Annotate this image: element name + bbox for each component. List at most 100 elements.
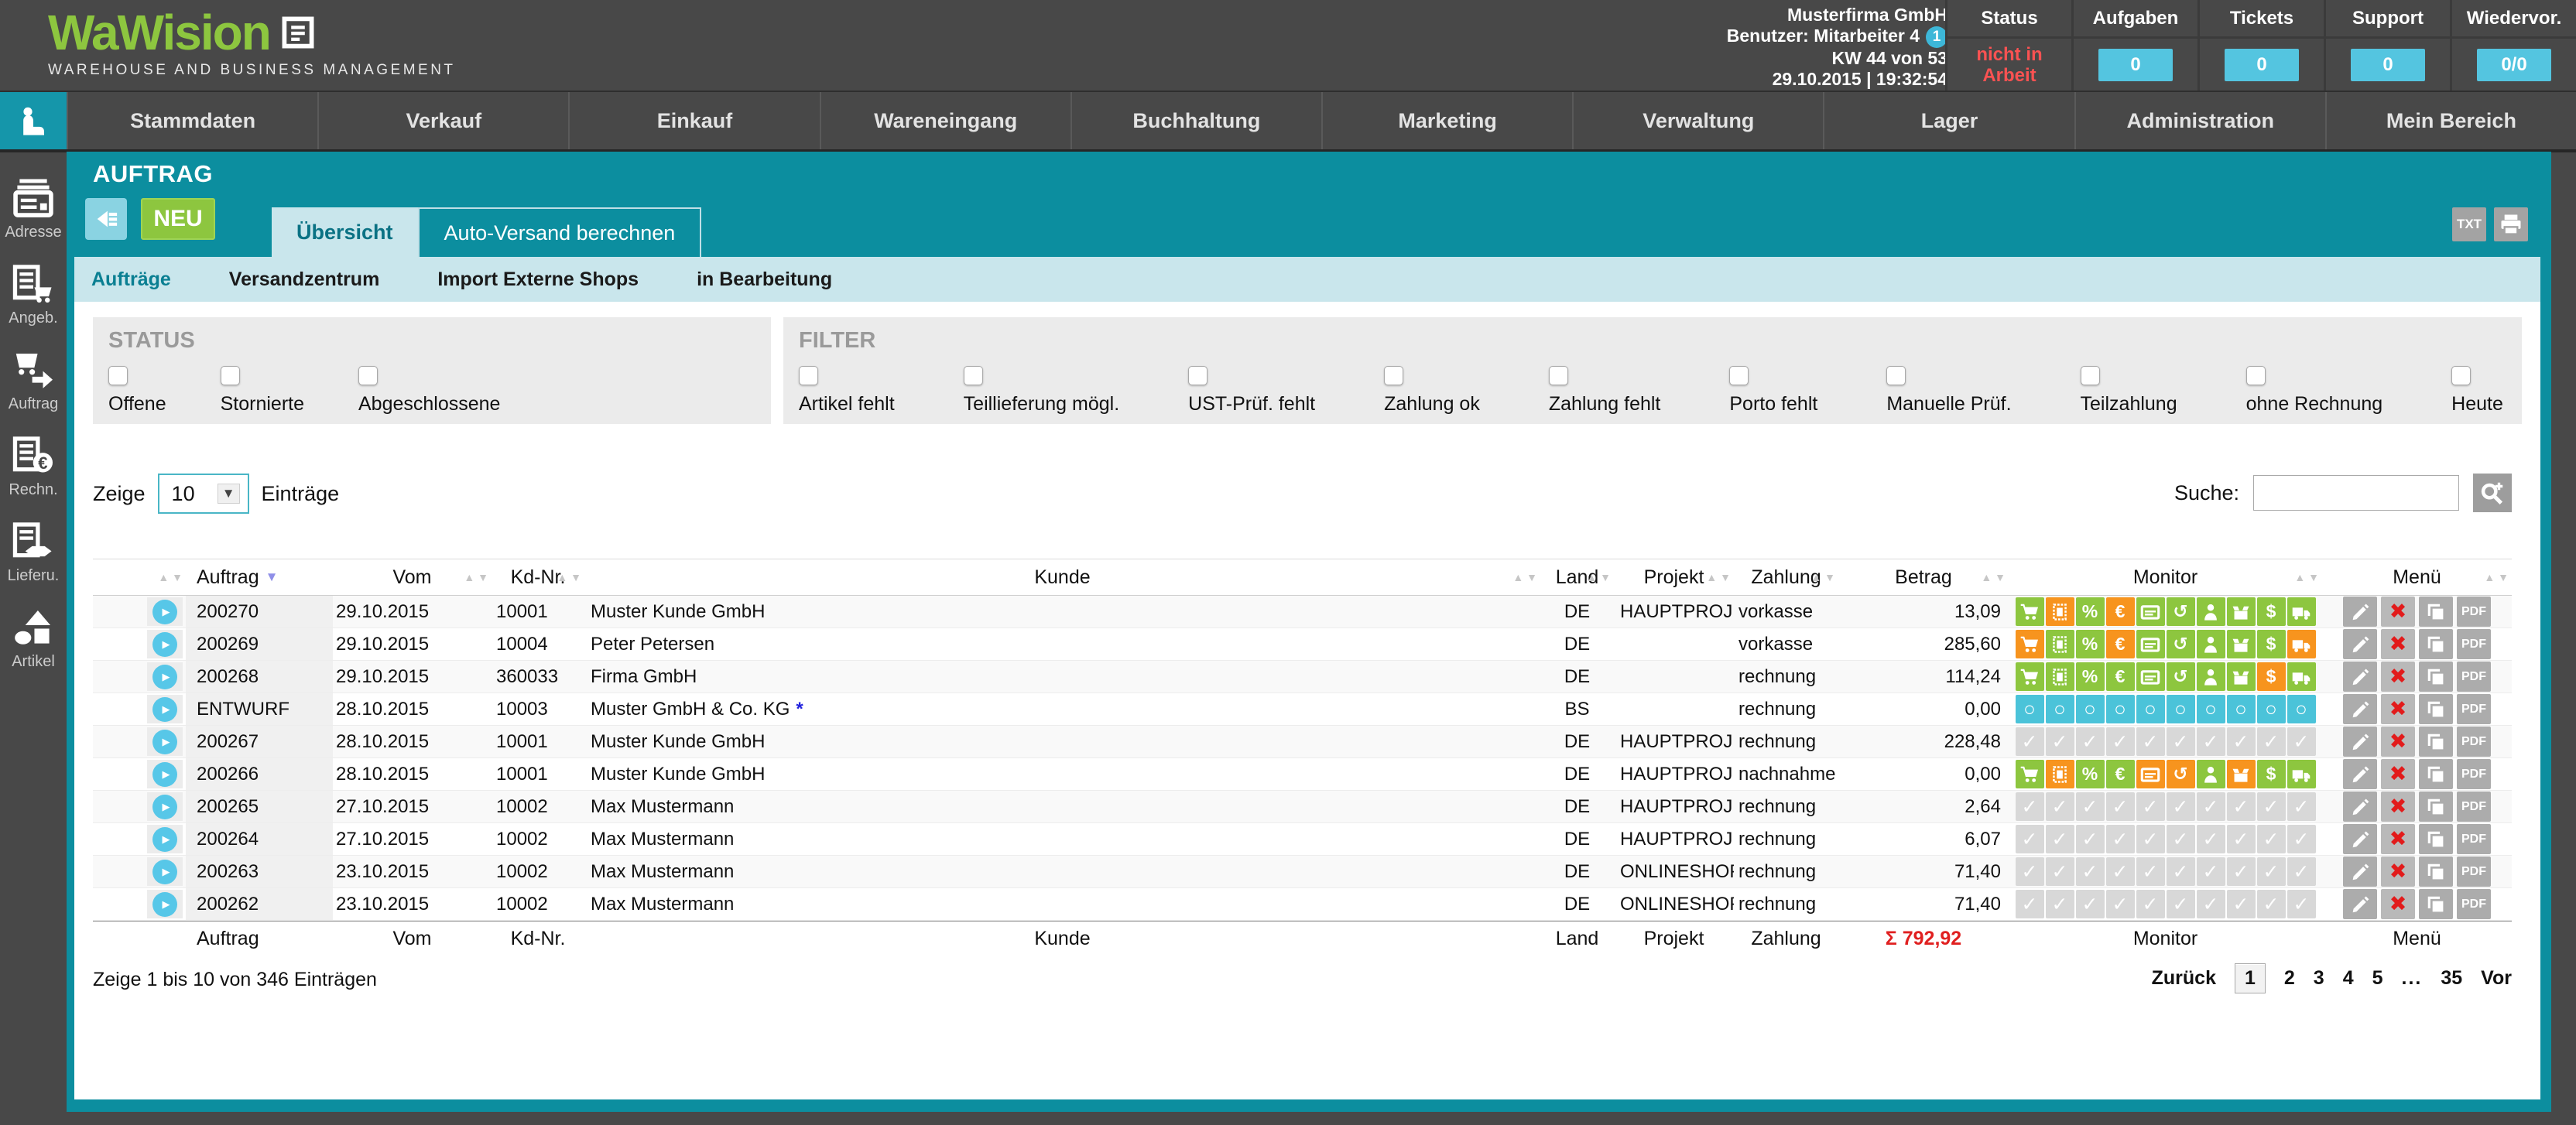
monitor-done-check-icon[interactable]: ✓ xyxy=(2136,825,2165,853)
sort-icon[interactable]: ▲ ▼ xyxy=(158,573,183,582)
pdf-button[interactable]: PDF xyxy=(2457,824,2491,854)
monitor-draft-circle-icon[interactable]: ○ xyxy=(2167,695,2195,723)
search-button[interactable] xyxy=(2473,474,2512,512)
monitor-euro-icon[interactable]: € xyxy=(2106,597,2135,626)
monitor-draft-circle-icon[interactable]: ○ xyxy=(2106,695,2135,723)
copy-button[interactable] xyxy=(2419,792,2453,822)
monitor-done-check-icon[interactable]: ✓ xyxy=(2016,792,2044,821)
monitor-card-icon[interactable] xyxy=(2136,630,2165,658)
nav-item-mein-bereich[interactable]: Mein Bereich xyxy=(2325,92,2576,149)
monitor-euro-icon[interactable]: € xyxy=(2106,662,2135,691)
copy-button[interactable] xyxy=(2419,759,2453,789)
table-row[interactable]: ▶20026829.10.2015360033Firma GmbHDErechn… xyxy=(93,661,2512,693)
monitor-stamp-icon[interactable] xyxy=(2046,630,2074,658)
monitor-done-check-icon[interactable]: ✓ xyxy=(2197,890,2225,918)
sort-icon[interactable]: ▲ ▼ xyxy=(464,573,488,582)
monitor-draft-circle-icon[interactable]: ○ xyxy=(2076,695,2105,723)
checkbox-artikelfehlt[interactable] xyxy=(799,366,818,385)
monitor-done-check-icon[interactable]: ✓ xyxy=(2197,857,2225,886)
monitor-done-check-icon[interactable]: ✓ xyxy=(2227,792,2256,821)
monitor-draft-circle-icon[interactable]: ○ xyxy=(2197,695,2225,723)
checkbox-teilzahlung[interactable] xyxy=(2081,366,2100,385)
sidebar-item-lieferu[interactable]: Lieferu. xyxy=(8,522,60,585)
edit-button[interactable] xyxy=(2343,824,2377,854)
sidebar-item-auftrag[interactable]: Auftrag xyxy=(9,350,58,413)
play-button[interactable]: ▶ xyxy=(152,697,177,722)
monitor-done-check-icon[interactable]: ✓ xyxy=(2287,890,2316,918)
monitor-done-check-icon[interactable]: ✓ xyxy=(2016,890,2044,918)
copy-button[interactable] xyxy=(2419,727,2453,757)
search-input[interactable] xyxy=(2253,475,2459,511)
play-button[interactable]: ▶ xyxy=(152,762,177,787)
monitor-done-check-icon[interactable]: ✓ xyxy=(2257,825,2286,853)
column-header-projekt[interactable]: Projekt▲ ▼ xyxy=(1614,559,1734,595)
monitor-done-check-icon[interactable]: ✓ xyxy=(2227,890,2256,918)
monitor-invoice-icon[interactable]: $ xyxy=(2257,662,2286,691)
monitor-package-icon[interactable] xyxy=(2227,662,2256,691)
pdf-button[interactable]: PDF xyxy=(2457,597,2491,627)
edit-button[interactable] xyxy=(2343,857,2377,887)
monitor-done-check-icon[interactable]: ✓ xyxy=(2287,727,2316,756)
delete-button[interactable]: ✖ xyxy=(2381,597,2415,627)
checkbox-zahlungok[interactable] xyxy=(1384,366,1403,385)
tab--bersicht[interactable]: Übersicht xyxy=(272,207,418,257)
monitor-done-check-icon[interactable]: ✓ xyxy=(2046,890,2074,918)
checkbox-portofehlt[interactable] xyxy=(1729,366,1749,385)
collapse-menu-button[interactable] xyxy=(85,198,127,240)
tab-auto-versand-berechnen[interactable]: Auto-Versand berechnen xyxy=(418,207,702,257)
user-badge[interactable]: 1 xyxy=(1926,26,1947,48)
pdf-button[interactable]: PDF xyxy=(2457,694,2491,724)
table-row[interactable]: ▶20026628.10.201510001Muster Kunde GmbHD… xyxy=(93,758,2512,791)
sort-icon[interactable]: ▲ ▼ xyxy=(1810,573,1835,582)
monitor-card-icon[interactable] xyxy=(2136,597,2165,626)
print-button[interactable] xyxy=(2494,207,2528,241)
monitor-invoice-icon[interactable]: $ xyxy=(2257,760,2286,788)
monitor-done-check-icon[interactable]: ✓ xyxy=(2257,792,2286,821)
pdf-button[interactable]: PDF xyxy=(2457,662,2491,692)
play-button[interactable]: ▶ xyxy=(152,665,177,689)
checkbox-teillieferungmgl[interactable] xyxy=(964,366,983,385)
monitor-done-check-icon[interactable]: ✓ xyxy=(2076,890,2105,918)
sort-icon[interactable]: ▲ ▼ xyxy=(1512,573,1537,582)
play-button[interactable]: ▶ xyxy=(152,795,177,819)
checkbox-stornierte[interactable] xyxy=(221,366,240,385)
play-button[interactable]: ▶ xyxy=(152,860,177,884)
monitor-truck-icon[interactable] xyxy=(2287,597,2316,626)
subnav-item-versandzentrum[interactable]: Versandzentrum xyxy=(229,268,380,291)
monitor-person-icon[interactable] xyxy=(2197,760,2225,788)
pdf-button[interactable]: PDF xyxy=(2457,792,2491,822)
monitor-done-check-icon[interactable]: ✓ xyxy=(2016,825,2044,853)
delete-button[interactable]: ✖ xyxy=(2381,629,2415,659)
monitor-done-check-icon[interactable]: ✓ xyxy=(2106,825,2135,853)
monitor-stamp-icon[interactable] xyxy=(2046,662,2074,691)
edit-button[interactable] xyxy=(2343,629,2377,659)
monitor-draft-circle-icon[interactable]: ○ xyxy=(2136,695,2165,723)
monitor-invoice-icon[interactable]: $ xyxy=(2257,597,2286,626)
copy-button[interactable] xyxy=(2419,889,2453,919)
monitor-done-check-icon[interactable]: ✓ xyxy=(2046,792,2074,821)
monitor-percent-icon[interactable]: % xyxy=(2076,662,2105,691)
monitor-package-icon[interactable] xyxy=(2227,597,2256,626)
edit-button[interactable] xyxy=(2343,662,2377,692)
monitor-done-check-icon[interactable]: ✓ xyxy=(2076,857,2105,886)
monitor-done-check-icon[interactable]: ✓ xyxy=(2227,727,2256,756)
edit-button[interactable] xyxy=(2343,889,2377,919)
monitor-done-check-icon[interactable]: ✓ xyxy=(2227,825,2256,853)
monitor-done-check-icon[interactable]: ✓ xyxy=(2287,825,2316,853)
subnav-item-auftr-ge[interactable]: Aufträge xyxy=(91,268,171,291)
edit-button[interactable] xyxy=(2343,759,2377,789)
nav-item-verwaltung[interactable]: Verwaltung xyxy=(1572,92,1823,149)
monitor-done-check-icon[interactable]: ✓ xyxy=(2136,792,2165,821)
subnav-item-import-externe-shops[interactable]: Import Externe Shops xyxy=(437,268,639,291)
monitor-done-check-icon[interactable]: ✓ xyxy=(2106,890,2135,918)
monitor-done-check-icon[interactable]: ✓ xyxy=(2167,825,2195,853)
monitor-done-check-icon[interactable]: ✓ xyxy=(2257,890,2286,918)
checkbox-offene[interactable] xyxy=(108,366,128,385)
monitor-cart-icon[interactable] xyxy=(2016,630,2044,658)
monitor-package-icon[interactable] xyxy=(2227,630,2256,658)
delete-button[interactable]: ✖ xyxy=(2381,857,2415,887)
sort-icon[interactable]: ▲ ▼ xyxy=(1706,573,1731,582)
column-header-zahlung[interactable]: Zahlung▲ ▼ xyxy=(1734,559,1838,595)
pagination-page-2[interactable]: 2 xyxy=(2284,967,2295,990)
sidebar-item-artikel[interactable]: Artikel xyxy=(12,608,55,671)
